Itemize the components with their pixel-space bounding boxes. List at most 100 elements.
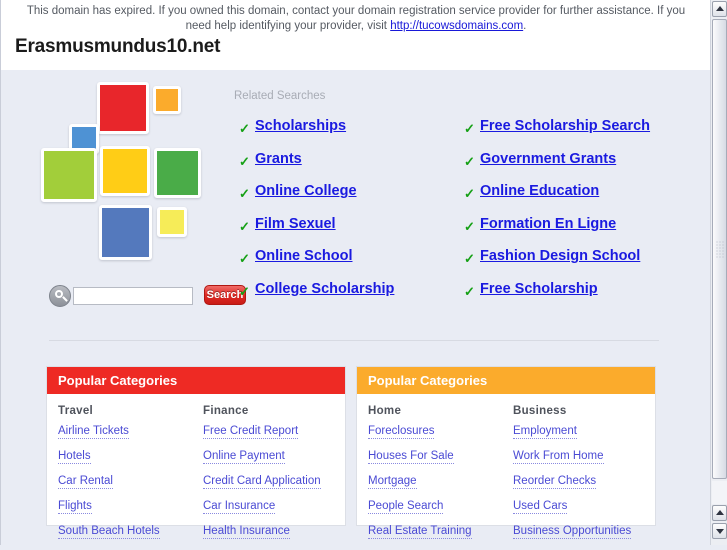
category-link[interactable]: Hotels	[58, 450, 91, 464]
tucows-domains-link[interactable]: http://tucowsdomains.com	[390, 20, 523, 32]
category-link[interactable]: Online Payment	[203, 450, 285, 464]
category-link[interactable]: Business Opportunities	[513, 525, 632, 539]
category-column: Travel Airline Tickets Hotels Car Rental Fli…	[58, 405, 203, 550]
related-search-item[interactable]: ✓ Online School	[239, 248, 464, 281]
search-box: Search	[49, 285, 246, 308]
category-link[interactable]: Car Insurance	[203, 500, 276, 514]
logo-tile	[154, 148, 201, 198]
related-search-link[interactable]: Formation En Ligne	[480, 216, 616, 232]
scrollbar-thumb[interactable]	[712, 19, 727, 479]
category-column: Business Employment Work From Home Reorder …	[513, 405, 658, 550]
category-link[interactable]: Foreclosures	[368, 425, 435, 439]
notice-text-after: .	[523, 20, 527, 32]
category-heading: Travel	[58, 405, 94, 417]
panel-body: Travel Airline Tickets Hotels Car Rental Fli…	[47, 394, 345, 539]
scroll-up-button-secondary[interactable]	[712, 505, 727, 521]
scrollbar-grip	[715, 240, 724, 258]
related-search-item[interactable]: ✓ College Scholarship	[239, 281, 464, 314]
category-link[interactable]: People Search	[368, 500, 444, 514]
category-link[interactable]: Free Credit Report	[203, 425, 299, 439]
check-icon: ✓	[239, 153, 250, 169]
category-link[interactable]: Health Insurance	[203, 525, 290, 539]
related-search-item[interactable]: ✓ Free Scholarship Search	[464, 118, 689, 151]
logo-tile	[153, 86, 181, 114]
related-search-item[interactable]: ✓ Fashion Design School	[464, 248, 689, 281]
related-search-item[interactable]: ✓ Online College	[239, 183, 464, 216]
category-link[interactable]: Employment	[513, 425, 577, 439]
related-search-link[interactable]: Government Grants	[480, 151, 616, 167]
panel-body: Home Foreclosures Houses For Sale Mortgage P…	[357, 394, 655, 539]
main-content: Search Related Searches ✓ Scholarships ✓ Gr…	[1, 70, 711, 545]
popular-categories-panel-left: Popular Categories Travel Airline Tickets…	[46, 366, 346, 539]
scrollbar-track[interactable]	[712, 481, 727, 504]
related-search-link[interactable]: Online Education	[480, 183, 599, 199]
panel-title: Popular Categories	[357, 367, 655, 394]
category-link[interactable]: Flights	[58, 500, 92, 514]
magnifier-icon	[49, 285, 71, 307]
notice-text: This domain has expired. If you owned th…	[19, 4, 693, 34]
related-search-link[interactable]: Free Scholarship	[480, 281, 598, 297]
search-input[interactable]	[73, 287, 193, 305]
category-link[interactable]: Work From Home	[513, 450, 604, 464]
page-title: Erasmusmundus10.net	[15, 36, 221, 57]
logo-tile	[157, 207, 187, 237]
related-search-item[interactable]: ✓ Scholarships	[239, 118, 464, 151]
related-search-item[interactable]: ✓ Online Education	[464, 183, 689, 216]
related-search-link[interactable]: Free Scholarship Search	[480, 118, 650, 134]
check-icon: ✓	[464, 251, 475, 267]
category-link[interactable]: Reorder Checks	[513, 475, 597, 489]
vertical-scrollbar[interactable]	[710, 0, 727, 545]
notice-text-before: This domain has expired. If you owned th…	[26, 5, 686, 32]
category-heading: Finance	[203, 405, 249, 417]
popular-categories-panel-right: Popular Categories Home Foreclosures House…	[356, 366, 656, 539]
category-link[interactable]: South Beach Hotels	[58, 525, 160, 539]
category-link[interactable]: Used Cars	[513, 500, 568, 514]
related-search-item[interactable]: ✓ Grants	[239, 151, 464, 184]
check-icon: ✓	[464, 218, 475, 234]
related-search-link[interactable]: Online College	[255, 183, 357, 199]
category-link[interactable]: Mortgage	[368, 475, 417, 489]
related-search-link[interactable]: College Scholarship	[255, 281, 394, 297]
category-heading: Business	[513, 405, 567, 417]
category-column: Home Foreclosures Houses For Sale Mortgage P…	[368, 405, 513, 550]
related-search-link[interactable]: Grants	[255, 151, 302, 167]
related-searches-column-left: ✓ Scholarships ✓ Grants ✓ Online College ✓ Film…	[239, 118, 464, 314]
domain-expiry-notice: This domain has expired. If you owned th…	[1, 0, 711, 70]
related-search-item[interactable]: ✓ Free Scholarship	[464, 281, 689, 314]
category-link[interactable]: Houses For Sale	[368, 450, 454, 464]
section-divider	[49, 340, 659, 341]
logo-tile	[41, 148, 97, 202]
check-icon: ✓	[464, 153, 475, 169]
category-link[interactable]: Real Estate Training	[368, 525, 472, 539]
check-icon: ✓	[239, 283, 250, 299]
related-search-item[interactable]: ✓ Government Grants	[464, 151, 689, 184]
category-link[interactable]: Credit Card Application	[203, 475, 321, 489]
category-link[interactable]: Car Rental	[58, 475, 113, 489]
related-search-item[interactable]: ✓ Formation En Ligne	[464, 216, 689, 249]
logo-tile	[97, 82, 149, 134]
related-search-link[interactable]: Online School	[255, 248, 352, 264]
check-icon: ✓	[239, 186, 250, 202]
category-column: Finance Free Credit Report Online Payment C…	[203, 405, 348, 550]
category-heading: Home	[368, 405, 402, 417]
scroll-up-button[interactable]	[712, 1, 727, 17]
related-searches-label: Related Searches	[234, 90, 326, 102]
related-search-link[interactable]: Scholarships	[255, 118, 346, 134]
check-icon: ✓	[239, 218, 250, 234]
panel-title: Popular Categories	[47, 367, 345, 394]
check-icon: ✓	[239, 121, 250, 136]
category-link[interactable]: Airline Tickets	[58, 425, 129, 439]
check-icon: ✓	[239, 251, 250, 267]
related-search-link[interactable]: Film Sexuel	[255, 216, 336, 232]
logo-tile	[99, 205, 152, 260]
logo-tile	[100, 146, 150, 196]
check-icon: ✓	[464, 283, 475, 299]
related-searches-column-right: ✓ Free Scholarship Search ✓ Government Gran…	[464, 118, 689, 314]
related-search-item[interactable]: ✓ Film Sexuel	[239, 216, 464, 249]
page-root: This domain has expired. If you owned th…	[0, 0, 727, 545]
scroll-down-button[interactable]	[712, 523, 727, 539]
related-search-link[interactable]: Fashion Design School	[480, 248, 640, 264]
mosaic-logo	[41, 82, 216, 277]
check-icon: ✓	[464, 186, 475, 202]
check-icon: ✓	[464, 121, 475, 136]
